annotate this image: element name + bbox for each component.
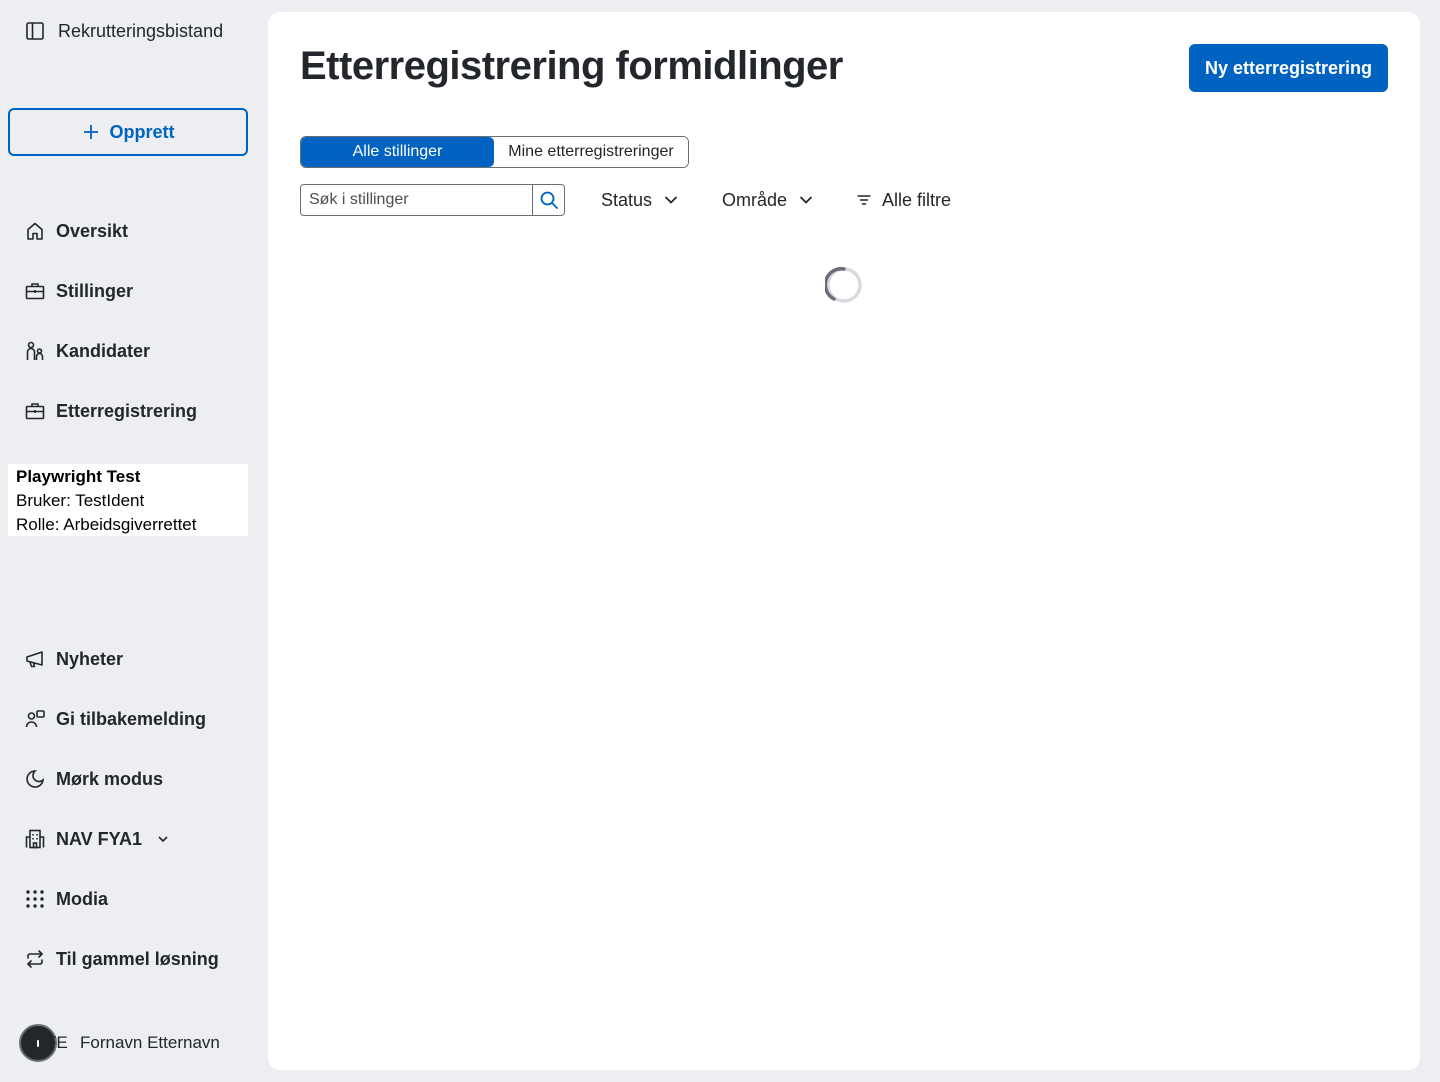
nav-item-tilbakemelding[interactable]: Gi tilbakemelding <box>24 704 206 734</box>
app-title: Rekrutteringsbistand <box>58 20 224 41</box>
avatar-indicator-icon <box>37 1039 39 1047</box>
chevron-down-icon <box>156 832 170 846</box>
nav-item-dark-mode[interactable]: Mørk modus <box>24 764 163 794</box>
search-field <box>300 184 565 216</box>
avatar-initials: FE <box>46 1033 68 1052</box>
main-panel: Etterregistrering formidlinger Ny etterr… <box>268 12 1420 1070</box>
briefcase-icon <box>24 400 46 422</box>
view-toggle: Alle stillinger Mine etterregistreringer <box>300 136 689 168</box>
nav-item-stillinger[interactable]: Stillinger <box>24 276 133 306</box>
briefcase-icon <box>24 280 46 302</box>
create-label: Opprett <box>109 121 175 142</box>
person-group-icon <box>24 340 46 362</box>
nav-item-old-solution[interactable]: Til gammel løsning <box>24 944 219 974</box>
nav-item-label: Mørk modus <box>56 768 164 789</box>
area-filter-label: Område <box>722 189 788 210</box>
filter-icon <box>856 192 872 208</box>
feedback-icon <box>24 708 46 730</box>
home-icon <box>24 220 46 242</box>
plus-icon <box>82 123 100 141</box>
nav-item-nav-office[interactable]: NAV FYA1 <box>24 824 170 854</box>
nav-item-oversikt[interactable]: Oversikt <box>24 216 128 246</box>
app-header[interactable]: Rekrutteringsbistand <box>24 19 223 43</box>
profile-name: Fornavn Etternavn <box>80 1033 220 1052</box>
user-role: Rolle: Arbeidsgiverrettet <box>16 515 197 534</box>
user-info: Playwright Test Bruker: TestIdent Rolle:… <box>8 464 248 536</box>
new-registration-button[interactable]: Ny etterregistrering <box>1189 44 1388 92</box>
nav-item-etterregistrering[interactable]: Etterregistrering <box>24 396 197 426</box>
search-input[interactable] <box>301 185 532 215</box>
user-name: Playwright Test <box>16 467 141 486</box>
nav-item-label: Nyheter <box>56 648 124 669</box>
create-button[interactable]: Opprett <box>8 108 248 156</box>
nav-item-label: Kandidater <box>56 340 151 361</box>
chevron-down-icon <box>797 191 815 209</box>
nav-item-kandidater[interactable]: Kandidater <box>24 336 150 366</box>
nav-item-modia[interactable]: Modia <box>24 884 108 914</box>
user-ident: Bruker: TestIdent <box>16 491 145 510</box>
arrows-circle-icon <box>24 948 46 970</box>
search-icon <box>539 190 559 210</box>
area-filter[interactable]: Område <box>722 186 815 214</box>
moon-icon <box>24 768 46 790</box>
chevron-down-icon <box>662 191 680 209</box>
nav-item-label: Etterregistrering <box>56 400 198 421</box>
nav-item-label: Til gammel løsning <box>56 948 219 969</box>
search-button[interactable] <box>532 185 564 215</box>
status-filter-label: Status <box>601 189 653 210</box>
status-filter[interactable]: Status <box>601 186 680 214</box>
nav-item-nyheter[interactable]: Nyheter <box>24 644 123 674</box>
loading-spinner-icon <box>825 266 863 304</box>
tab-alle-stillinger[interactable]: Alle stillinger <box>301 137 494 167</box>
user-profile[interactable]: FE Fornavn Etternavn <box>19 1024 220 1062</box>
building-icon <box>24 828 46 850</box>
all-filters-button[interactable]: Alle filtre <box>856 186 951 214</box>
megaphone-icon <box>24 648 46 670</box>
page-title: Etterregistrering formidlinger <box>300 44 843 88</box>
sidebar-toggle-icon[interactable] <box>24 20 46 42</box>
nav-item-label: Gi tilbakemelding <box>56 708 207 729</box>
nav-item-label: NAV FYA1 <box>56 828 143 849</box>
nav-item-label: Stillinger <box>56 280 134 301</box>
grid-icon <box>24 888 46 910</box>
tab-mine-etterregistreringer[interactable]: Mine etterregistreringer <box>494 137 688 167</box>
nav-item-label: Oversikt <box>56 220 129 241</box>
all-filters-label: Alle filtre <box>882 189 952 210</box>
sidebar: Rekrutteringsbistand Opprett Oversikt St… <box>0 0 268 1082</box>
nav-item-label: Modia <box>56 888 108 909</box>
